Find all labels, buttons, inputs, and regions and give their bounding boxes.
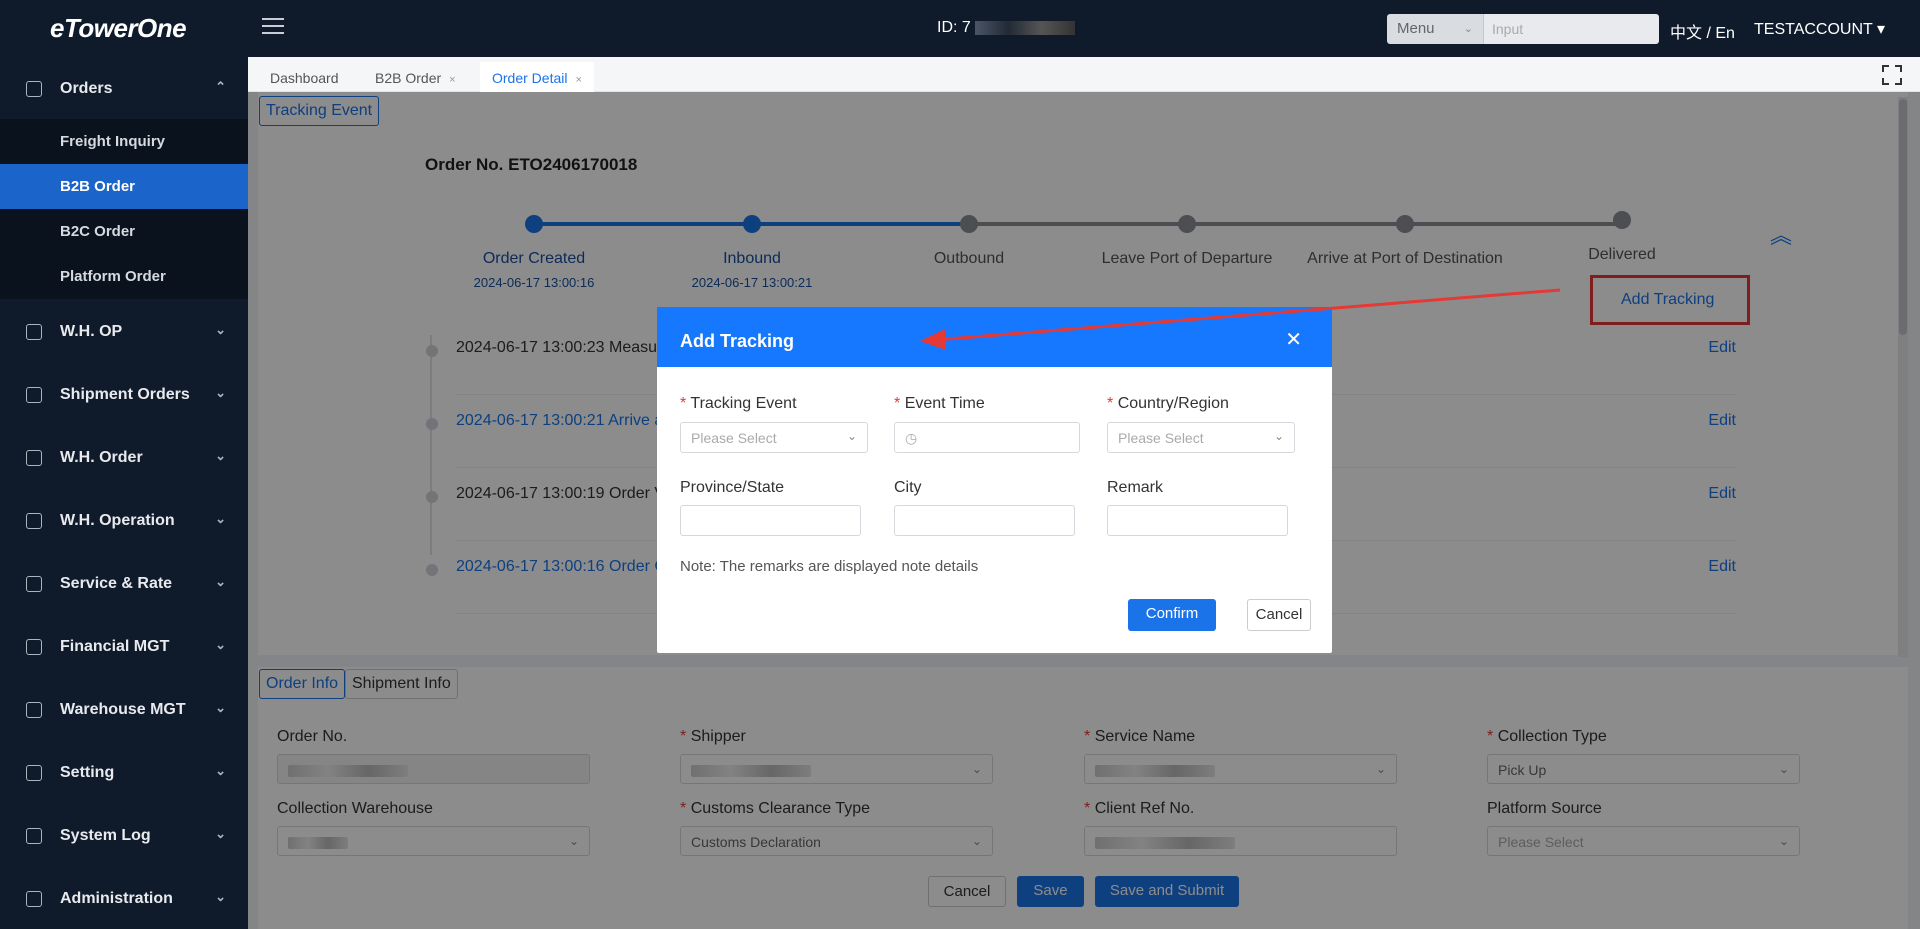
close-icon[interactable]: × bbox=[575, 74, 581, 86]
tab-dashboard[interactable]: Dashboard bbox=[258, 62, 351, 92]
sidebar-group-wh-order[interactable]: W.H. Order ⌄ bbox=[0, 438, 248, 478]
menu-toggle-icon[interactable] bbox=[262, 18, 284, 38]
chevron-down-icon: ⌄ bbox=[215, 574, 226, 589]
chevron-down-icon: ⌄ bbox=[215, 448, 226, 463]
chevron-down-icon: ⌄ bbox=[1273, 429, 1284, 443]
province-label: Province/State bbox=[680, 479, 785, 496]
tracking-event-select[interactable]: Please Select ⌄ bbox=[680, 422, 868, 453]
sidebar-item-b2b-order[interactable]: B2B Order bbox=[0, 164, 248, 209]
close-icon[interactable]: ✕ bbox=[1285, 327, 1302, 352]
service-rate-icon bbox=[26, 576, 42, 592]
page-tabs: Dashboard B2B Order × Order Detail × bbox=[248, 57, 1920, 92]
chevron-down-icon: ⌄ bbox=[215, 511, 226, 526]
sidebar-group-financial-mgt[interactable]: Financial MGT ⌄ bbox=[0, 627, 248, 667]
top-bar: eTowerOne ID: 7 Menu ⌄ Input 中文 / En TEST… bbox=[0, 0, 1920, 57]
account-menu[interactable]: TESTACCOUNT ▾ bbox=[1754, 19, 1885, 39]
app-logo[interactable]: eTowerOne bbox=[50, 13, 187, 44]
warehouse-mgt-icon bbox=[26, 702, 42, 718]
menu-select[interactable]: Menu ⌄ bbox=[1387, 14, 1483, 44]
language-switch[interactable]: 中文 / En bbox=[1670, 19, 1735, 43]
dialog-title: Add Tracking bbox=[680, 331, 795, 351]
chevron-down-icon: ⌄ bbox=[215, 385, 226, 400]
tracking-event-label: * Tracking Event bbox=[680, 395, 797, 412]
sidebar-group-administration[interactable]: Administration ⌄ bbox=[0, 879, 248, 919]
city-label: City bbox=[894, 479, 922, 496]
sidebar-group-service-rate[interactable]: Service & Rate ⌄ bbox=[0, 564, 248, 604]
event-time-picker[interactable]: ◷ bbox=[894, 422, 1080, 453]
dialog-header: Add Tracking ✕ bbox=[657, 307, 1332, 367]
clock-icon: ◷ bbox=[905, 430, 918, 446]
sidebar-group-shipment-orders[interactable]: Shipment Orders ⌄ bbox=[0, 375, 248, 415]
add-tracking-dialog: Add Tracking ✕ * Tracking Event Please S… bbox=[657, 307, 1332, 653]
sidebar-group-setting[interactable]: Setting ⌄ bbox=[0, 753, 248, 793]
sidebar-group-wh-operation[interactable]: W.H. Operation ⌄ bbox=[0, 501, 248, 541]
chevron-down-icon: ⌄ bbox=[846, 429, 857, 443]
chevron-down-icon: ⌄ bbox=[215, 826, 226, 841]
remark-label: Remark bbox=[1107, 479, 1164, 496]
sidebar: Orders ⌃ Freight Inquiry B2B Order B2C O… bbox=[0, 57, 248, 929]
sidebar-group-system-log[interactable]: System Log ⌄ bbox=[0, 816, 248, 856]
sidebar-group-wh-op[interactable]: W.H. OP ⌄ bbox=[0, 312, 248, 352]
event-time-label: * Event Time bbox=[894, 395, 985, 412]
sidebar-group-orders[interactable]: Orders ⌃ bbox=[0, 69, 248, 109]
cancel-dialog-button[interactable]: Cancel bbox=[1247, 599, 1311, 631]
close-icon[interactable]: × bbox=[449, 74, 455, 86]
country-select[interactable]: Please Select ⌄ bbox=[1107, 422, 1295, 453]
tab-order-detail[interactable]: Order Detail × bbox=[480, 62, 594, 92]
orders-icon bbox=[26, 81, 42, 97]
sidebar-item-freight-inquiry[interactable]: Freight Inquiry bbox=[0, 119, 248, 164]
chevron-down-icon: ⌄ bbox=[215, 889, 226, 904]
setting-icon bbox=[26, 765, 42, 781]
province-input[interactable] bbox=[680, 505, 861, 536]
wh-operation-icon bbox=[26, 513, 42, 529]
chevron-down-icon: ⌄ bbox=[215, 763, 226, 778]
wh-order-icon bbox=[26, 450, 42, 466]
sidebar-item-b2c-order[interactable]: B2C Order bbox=[0, 209, 248, 254]
chevron-up-icon: ⌃ bbox=[215, 79, 226, 94]
fullscreen-icon[interactable] bbox=[1882, 65, 1902, 85]
chevron-down-icon: ⌄ bbox=[1463, 23, 1473, 35]
sidebar-group-warehouse-mgt[interactable]: Warehouse MGT ⌄ bbox=[0, 690, 248, 730]
tab-b2b-order[interactable]: B2B Order × bbox=[363, 62, 468, 92]
confirm-button[interactable]: Confirm bbox=[1128, 599, 1216, 631]
chevron-down-icon: ⌄ bbox=[215, 700, 226, 715]
sidebar-item-platform-order[interactable]: Platform Order bbox=[0, 254, 248, 299]
city-input[interactable] bbox=[894, 505, 1075, 536]
admin-icon bbox=[26, 891, 42, 907]
chevron-down-icon: ⌄ bbox=[215, 637, 226, 652]
financial-icon bbox=[26, 639, 42, 655]
warehouse-op-icon bbox=[26, 324, 42, 340]
user-id: ID: 7 bbox=[937, 19, 1075, 37]
chevron-down-icon: ⌄ bbox=[215, 322, 226, 337]
system-log-icon bbox=[26, 828, 42, 844]
remark-note: Note: The remarks are displayed note det… bbox=[680, 558, 979, 575]
remark-input[interactable] bbox=[1107, 505, 1288, 536]
shipment-icon bbox=[26, 387, 42, 403]
country-label: * Country/Region bbox=[1107, 395, 1229, 412]
menu-search-input[interactable]: Input bbox=[1483, 14, 1659, 44]
